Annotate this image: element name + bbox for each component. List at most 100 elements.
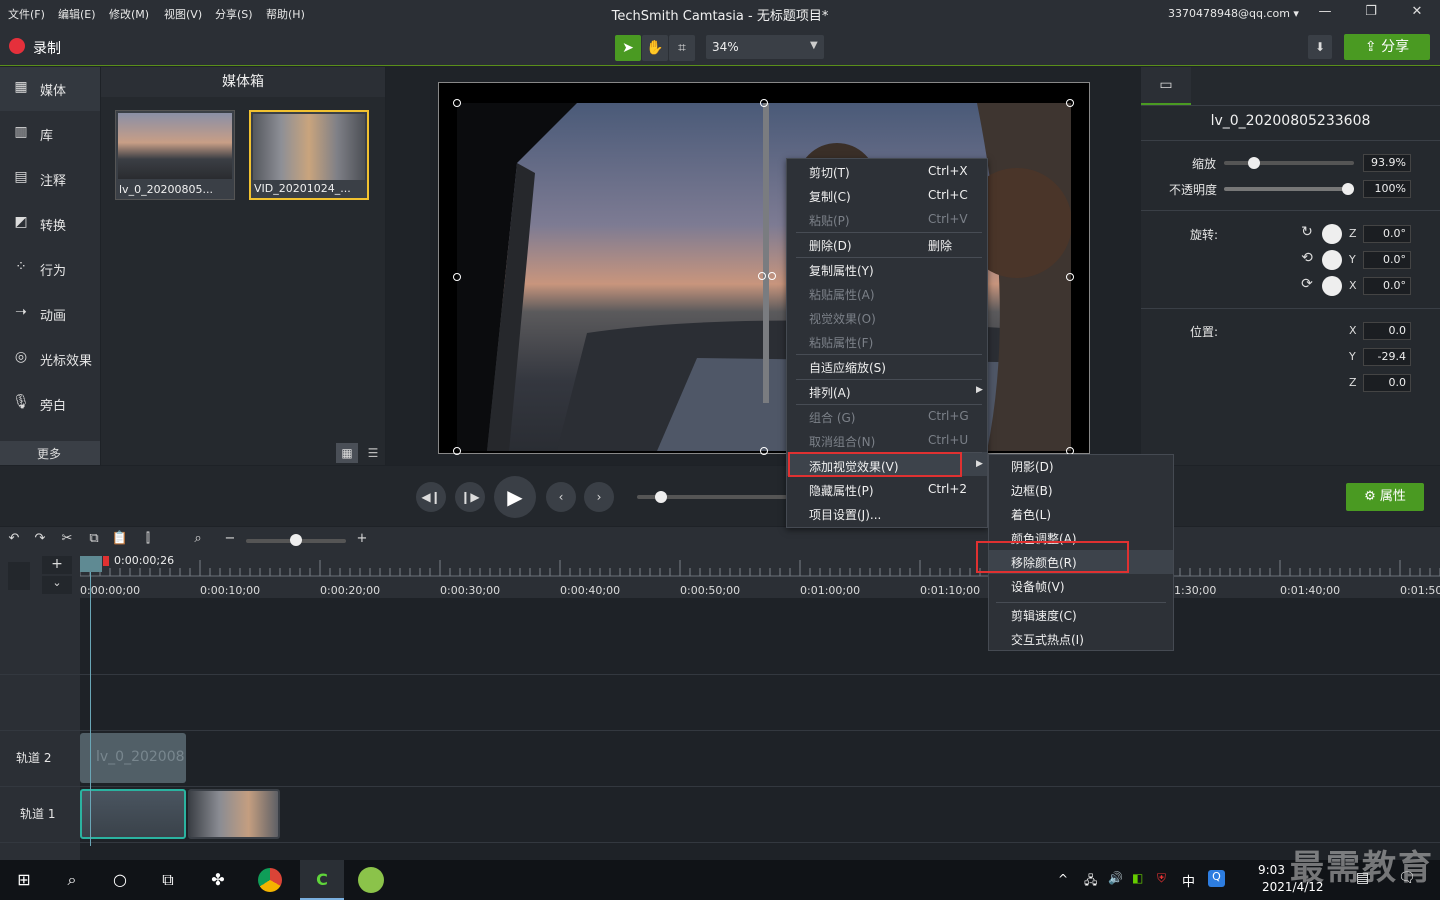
rail-item-animations[interactable]: 动画 — [40, 305, 66, 324]
resize-handle[interactable] — [760, 99, 768, 107]
pinwheel-app-icon[interactable]: ✤ — [204, 866, 232, 894]
copy-icon[interactable]: ⧉ — [84, 531, 104, 549]
context-menu-item[interactable]: 复制属性(Y) — [809, 262, 874, 279]
context-menu-item[interactable]: 删除(D) — [809, 237, 852, 254]
visual-properties-tab[interactable]: ▭ — [1141, 67, 1191, 105]
add-track-icon[interactable]: + — [42, 556, 72, 574]
select-tool-icon[interactable]: ➤ — [615, 35, 641, 61]
zoom-in-icon[interactable]: + — [352, 531, 372, 549]
scale-slider[interactable] — [1224, 157, 1354, 169]
step-forward-icon[interactable]: ❙▶ — [455, 482, 485, 512]
split-icon[interactable]: ⫿ — [138, 531, 158, 549]
next-icon[interactable]: › — [584, 482, 614, 512]
context-menu-item[interactable]: 复制(C) — [809, 188, 851, 205]
resize-handle[interactable] — [453, 447, 461, 455]
share-button[interactable]: ⇪ 分享 — [1344, 34, 1430, 60]
submenu-item[interactable]: 着色(L) — [1011, 506, 1051, 523]
clock-time[interactable]: 9:03 — [1258, 863, 1285, 877]
playhead[interactable] — [90, 556, 91, 846]
rotate-x-dial[interactable] — [1322, 276, 1342, 296]
windows-start-icon[interactable]: ⊞ — [10, 866, 38, 894]
center-handle[interactable] — [768, 272, 776, 280]
rail-item-transitions[interactable]: 转换 — [40, 215, 66, 234]
rotate-y-dial[interactable] — [1322, 250, 1342, 270]
center-handle[interactable] — [758, 272, 766, 280]
track-height-control[interactable] — [8, 562, 30, 590]
zoom-search-icon[interactable]: ⌕ — [188, 531, 208, 549]
volume-icon[interactable]: 🔊 — [1108, 871, 1123, 885]
restore-icon[interactable]: ❐ — [1357, 4, 1385, 24]
qq-icon[interactable]: Q — [1208, 870, 1225, 887]
opacity-input[interactable]: 100% — [1363, 180, 1411, 198]
position-x-input[interactable]: 0.0 — [1363, 322, 1411, 340]
resize-handle[interactable] — [453, 99, 461, 107]
rotation-z-input[interactable]: 0.0° — [1363, 225, 1411, 243]
zoom-out-icon[interactable]: − — [220, 531, 240, 549]
scrubber-knob[interactable] — [655, 491, 667, 503]
media-thumbnail[interactable]: lv_0_20200805... — [115, 110, 235, 200]
cortana-icon[interactable]: ○ — [106, 866, 134, 894]
pan-tool-icon[interactable]: ✋ — [642, 35, 668, 61]
properties-button[interactable]: ⚙ 属性 — [1346, 483, 1424, 511]
position-y-input[interactable]: -29.4 — [1363, 348, 1411, 366]
tray-chevron-icon[interactable]: ^ — [1058, 872, 1068, 886]
scale-input[interactable]: 93.9% — [1363, 154, 1411, 172]
rotation-x-input[interactable]: 0.0° — [1363, 277, 1411, 295]
rail-item-library[interactable]: 库 — [40, 125, 53, 144]
submenu-item[interactable]: 设备帧(V) — [1011, 578, 1065, 595]
rail-item-behaviors[interactable]: 行为 — [40, 260, 66, 279]
timeline-clip-track2[interactable]: lv_0_202008 — [80, 733, 186, 783]
undo-icon[interactable]: ↶ — [4, 531, 24, 549]
chrome-icon[interactable] — [258, 868, 282, 892]
submenu-item[interactable]: 剪辑速度(C) — [1011, 607, 1077, 624]
play-icon[interactable]: ▶ — [494, 476, 536, 518]
rail-item-voice-narration[interactable]: 旁白 — [40, 395, 66, 414]
ime-indicator[interactable]: 中 — [1182, 871, 1195, 890]
media-thumbnail-selected[interactable]: VID_20201024_... — [249, 110, 369, 200]
record-icon[interactable] — [9, 38, 25, 54]
account-menu[interactable]: 3370478948@qq.com ▾ — [1168, 7, 1299, 20]
playhead-handle[interactable] — [80, 556, 102, 572]
step-back-icon[interactable]: ◀❙ — [416, 482, 446, 512]
resize-handle[interactable] — [760, 447, 768, 455]
scale-slider-knob[interactable] — [1247, 157, 1260, 169]
nvidia-icon[interactable]: ◧ — [1132, 871, 1143, 885]
redo-icon[interactable]: ↷ — [30, 531, 50, 549]
resize-handle[interactable] — [1066, 273, 1074, 281]
rotation-y-input[interactable]: 0.0° — [1363, 251, 1411, 269]
network-icon[interactable]: 🖧 — [1084, 871, 1097, 892]
grid-view-icon[interactable]: ▦ — [336, 443, 358, 463]
rail-item-cursor-effects[interactable]: 光标效果 — [40, 350, 92, 369]
context-menu-item[interactable]: 排列(A) — [809, 384, 851, 401]
submenu-item[interactable]: 边框(B) — [1011, 482, 1053, 499]
context-menu-item[interactable]: 项目设置(J)... — [809, 506, 881, 523]
task-view-icon[interactable]: ⧉ — [154, 866, 182, 894]
timeline-tracks[interactable] — [80, 598, 1440, 860]
list-view-icon[interactable]: ☰ — [362, 443, 384, 463]
timeline-clip[interactable] — [188, 789, 280, 839]
submenu-item[interactable]: 阴影(D) — [1011, 458, 1054, 475]
rail-item-annotations[interactable]: 注释 — [40, 170, 66, 189]
close-icon[interactable]: ✕ — [1403, 4, 1431, 24]
crop-tool-icon[interactable]: ⌗ — [669, 35, 695, 61]
collapse-tracks-icon[interactable]: ⌄ — [42, 576, 72, 594]
security-icon[interactable]: ⛨ — [1157, 871, 1166, 886]
previous-icon[interactable]: ‹ — [546, 482, 576, 512]
rail-item-media[interactable]: 媒体 — [40, 80, 66, 99]
context-menu-item[interactable]: 剪切(T) — [809, 164, 850, 181]
timeline-ruler[interactable] — [79, 554, 1440, 598]
download-icon[interactable]: ⬇ — [1308, 35, 1332, 59]
search-icon[interactable]: ⌕ — [58, 866, 86, 894]
paste-icon[interactable]: 📋 — [110, 531, 130, 549]
record-button[interactable]: 录制 — [33, 38, 61, 58]
minimize-icon[interactable]: — — [1311, 4, 1339, 24]
resize-handle[interactable] — [453, 273, 461, 281]
resize-handle[interactable] — [1066, 99, 1074, 107]
opacity-slider[interactable] — [1224, 183, 1354, 195]
timeline-clip-selected[interactable] — [80, 789, 186, 839]
green-app-icon[interactable] — [358, 867, 384, 893]
rotate-z-dial[interactable] — [1322, 224, 1342, 244]
opacity-slider-knob[interactable] — [1342, 183, 1354, 195]
timeline-zoom-knob[interactable] — [290, 534, 302, 546]
context-menu-item[interactable]: 隐藏属性(P) — [809, 482, 874, 499]
